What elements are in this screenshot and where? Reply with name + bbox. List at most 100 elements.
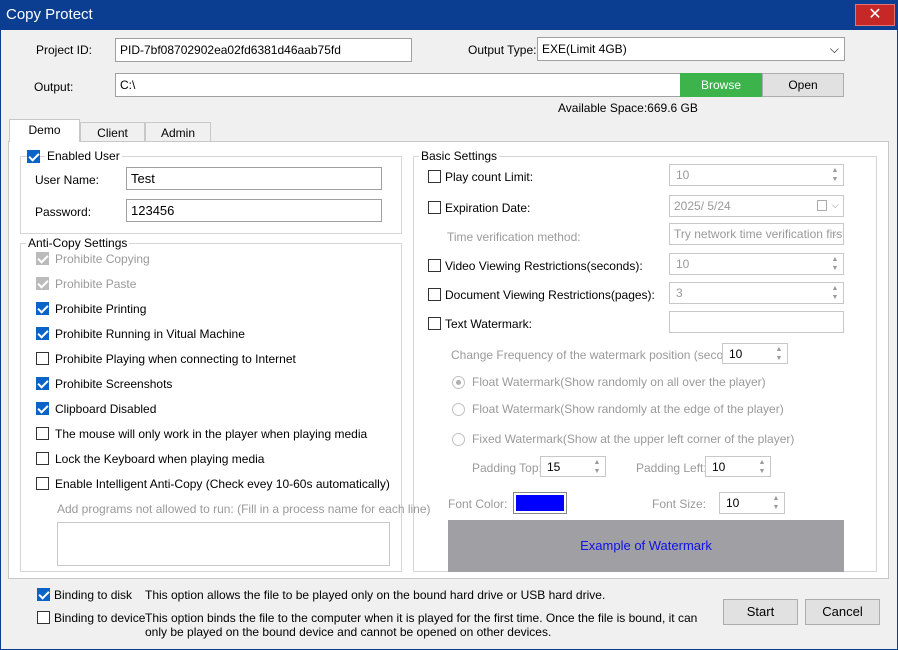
anti-copy-label: Clipboard Disabled [55, 402, 157, 416]
anti-copy-checkbox[interactable] [36, 277, 49, 290]
anti-copy-checkbox[interactable] [36, 252, 49, 265]
padding-left-value: 10 [712, 460, 726, 474]
change-frequency-value: 10 [729, 347, 743, 361]
font-color-label: Font Color: [448, 497, 508, 511]
watermark-preview-text: Example of Watermark [580, 538, 712, 553]
play-count-stepper[interactable]: 10 ▲ ▼ [669, 164, 844, 186]
float-edge-radio[interactable] [452, 403, 465, 416]
anti-copy-label: Lock the Keyboard when playing media [55, 452, 265, 466]
font-size-label: Font Size: [652, 497, 707, 511]
output-type-select[interactable]: EXE(Limit 4GB) ⌵ [537, 37, 845, 61]
close-button[interactable]: ✕ [855, 4, 895, 26]
font-size-stepper[interactable]: 10 ▲ ▼ [719, 492, 785, 514]
programs-textarea[interactable] [57, 522, 390, 566]
expiration-date-picker[interactable]: 2025/ 5/24 ⌵ [669, 195, 844, 217]
tab-client[interactable]: Client [80, 122, 145, 142]
anti-copy-label: Enable Intelligent Anti-Copy (Check evey… [55, 477, 390, 491]
doc-restriction-stepper[interactable]: 3 ▲ ▼ [669, 282, 844, 304]
doc-restriction-value: 3 [676, 286, 683, 300]
spinner-arrows-icon[interactable]: ▲ ▼ [827, 283, 843, 303]
password-label: Password: [35, 205, 92, 219]
change-frequency-stepper[interactable]: 10 ▲ ▼ [722, 343, 788, 364]
bind-disk-label: Binding to disk [54, 588, 133, 602]
anti-copy-checkbox[interactable] [36, 427, 49, 440]
username-field[interactable]: Test [126, 167, 382, 190]
demo-tab-panel: Enabled User User Name: Test Password: 1… [8, 141, 889, 579]
fixed-label: Fixed Watermark(Show at the upper left c… [472, 432, 795, 446]
bind-disk-checkbox[interactable] [37, 588, 50, 601]
anti-copy-label: Prohibite Printing [55, 302, 147, 316]
text-watermark-field[interactable] [669, 311, 844, 333]
watermark-preview: Example of Watermark [448, 520, 844, 572]
anti-copy-checkbox[interactable] [36, 352, 49, 365]
doc-restriction-label: Document Viewing Restrictions(pages): [445, 288, 655, 302]
enabled-user-label: Enabled User [45, 149, 122, 163]
enabled-user-checkbox[interactable] [27, 150, 40, 163]
float-all-label: Float Watermark(Show randomly on all ove… [472, 375, 766, 389]
title-bar: Copy Protect ✕ [0, 0, 898, 30]
anti-copy-checkbox[interactable] [36, 452, 49, 465]
spinner-arrows-icon[interactable]: ▲ ▼ [771, 344, 787, 363]
output-type-value: EXE(Limit 4GB) [542, 42, 627, 56]
font-color-swatch[interactable] [513, 492, 567, 514]
anti-copy-label: Prohibite Paste [55, 277, 137, 291]
chevron-down-icon: ⌵ [831, 200, 839, 211]
spinner-arrows-icon[interactable]: ▲ ▼ [768, 493, 784, 513]
anti-copy-checkbox[interactable] [36, 327, 49, 340]
text-watermark-label: Text Watermark: [445, 317, 532, 331]
play-count-label: Play count Limit: [445, 170, 534, 184]
anti-copy-checkbox[interactable] [36, 477, 49, 490]
window-title: Copy Protect [6, 6, 93, 23]
cancel-button[interactable]: Cancel [805, 599, 880, 625]
padding-left-stepper[interactable]: 10 ▲ ▼ [705, 456, 771, 477]
chevron-down-icon: ⌵ [829, 42, 839, 56]
time-method-value: Try network time verification first [674, 227, 844, 241]
bind-device-label: Binding to device [54, 611, 146, 625]
output-type-label: Output Type: [468, 43, 537, 57]
doc-restriction-checkbox[interactable] [428, 288, 441, 301]
expiration-checkbox[interactable] [428, 201, 441, 214]
time-method-select[interactable]: Try network time verification first ⌵ [669, 223, 844, 245]
tab-demo[interactable]: Demo [9, 119, 80, 142]
anti-copy-checkbox[interactable] [36, 302, 49, 315]
output-label: Output: [34, 80, 74, 94]
float-all-radio[interactable] [452, 376, 465, 389]
anti-copy-title: Anti-Copy Settings [26, 236, 130, 250]
play-count-checkbox[interactable] [428, 170, 441, 183]
start-button[interactable]: Start [723, 599, 798, 625]
available-space-text: Available Space:669.6 GB [558, 101, 698, 115]
spinner-arrows-icon[interactable]: ▲ ▼ [754, 457, 770, 476]
padding-top-value: 15 [547, 460, 561, 474]
expiration-value: 2025/ 5/24 [674, 199, 731, 213]
video-restriction-stepper[interactable]: 10 ▲ ▼ [669, 253, 844, 275]
expiration-label: Expiration Date: [445, 201, 531, 215]
spinner-arrows-icon[interactable]: ▲ ▼ [589, 457, 605, 476]
anti-copy-checkbox[interactable] [36, 402, 49, 415]
spinner-arrows-icon[interactable]: ▲ ▼ [827, 165, 843, 185]
fixed-radio[interactable] [452, 433, 465, 446]
username-label: User Name: [35, 173, 100, 187]
tab-admin[interactable]: Admin [145, 122, 211, 142]
copy-protect-window: Copy Protect ✕ Project ID: PID-7bf087029… [0, 0, 898, 650]
font-color-fill [516, 495, 564, 511]
programs-hint: Add programs not allowed to run: (Fill i… [57, 502, 431, 516]
open-button[interactable]: Open [762, 73, 844, 97]
video-restriction-checkbox[interactable] [428, 259, 441, 272]
float-edge-label: Float Watermark(Show randomly at the edg… [472, 402, 784, 416]
spinner-arrows-icon[interactable]: ▲ ▼ [827, 254, 843, 274]
bind-device-checkbox[interactable] [37, 611, 50, 624]
browse-button[interactable]: Browse [680, 73, 762, 97]
dialog-body: Project ID: PID-7bf08702902ea02fd6381d46… [1, 30, 897, 649]
password-field[interactable]: 123456 [126, 199, 382, 222]
anti-copy-label: The mouse will only work in the player w… [55, 427, 368, 441]
anti-copy-checkbox[interactable] [36, 377, 49, 390]
text-watermark-checkbox[interactable] [428, 317, 441, 330]
time-method-label: Time verification method: [447, 230, 581, 244]
basic-settings-title: Basic Settings [419, 149, 500, 163]
anti-copy-label: Prohibite Running in Vitual Machine [55, 327, 245, 341]
calendar-icon [817, 200, 827, 211]
video-restriction-label: Video Viewing Restrictions(seconds): [445, 259, 643, 273]
padding-top-stepper[interactable]: 15 ▲ ▼ [540, 456, 606, 477]
output-path-field[interactable]: C:\ [115, 73, 681, 97]
project-id-field[interactable]: PID-7bf08702902ea02fd6381d46aab75fd [115, 38, 412, 62]
